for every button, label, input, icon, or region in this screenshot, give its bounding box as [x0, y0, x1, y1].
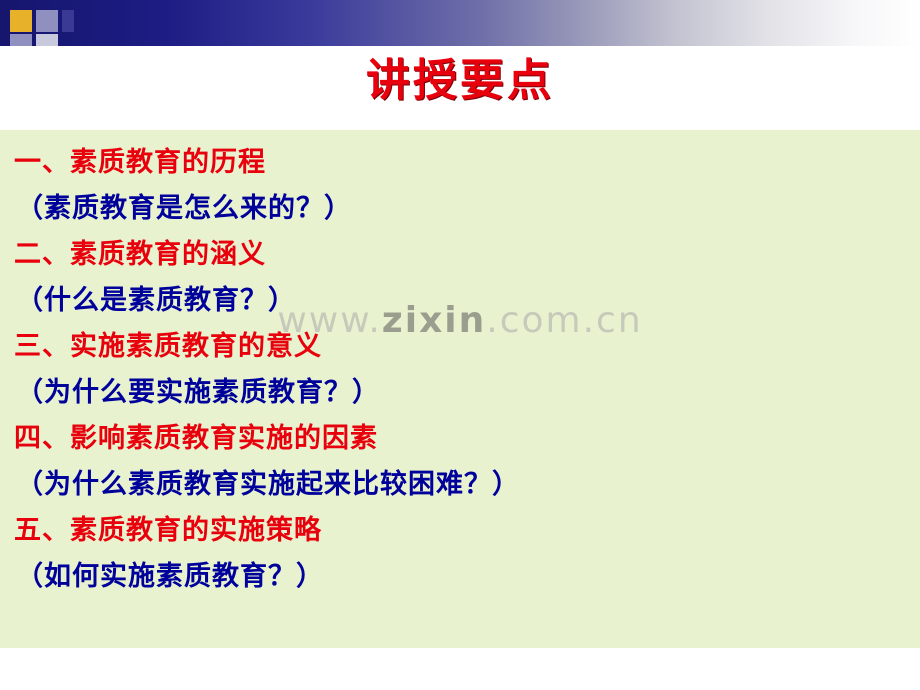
decor-square-light — [36, 34, 58, 46]
outline-list: 一、素质教育的历程 （素质教育是怎么来的？） 二、素质教育的涵义 （什么是素质教… — [14, 140, 904, 600]
slide-content-panel: 一、素质教育的历程 （素质教育是怎么来的？） 二、素质教育的涵义 （什么是素质教… — [0, 130, 920, 648]
outline-item-2-sub: （什么是素质教育？） — [16, 285, 296, 316]
outline-item-5-heading: 五、素质教育的实施策略 — [14, 515, 322, 546]
decor-square-lavender-2 — [10, 34, 32, 46]
outline-item-3-sub: （为什么要实施素质教育？） — [16, 377, 380, 408]
outline-item-1-sub: （素质教育是怎么来的？） — [16, 193, 352, 224]
outline-item-3-heading: 三、实施素质教育的意义 — [14, 331, 322, 362]
outline-item-4-heading: 四、影响素质教育实施的因素 — [14, 423, 378, 454]
decor-square-gold — [10, 10, 32, 32]
bottom-white-strip — [0, 648, 920, 690]
outline-item-1-heading: 一、素质教育的历程 — [14, 147, 266, 178]
outline-item-2-heading: 二、素质教育的涵义 — [14, 239, 266, 270]
decor-square-lavender — [36, 10, 58, 32]
outline-item-4-sub: （为什么素质教育实施起来比较困难？） — [16, 469, 520, 500]
decorative-top-bar — [0, 0, 920, 52]
outline-item-5-sub: （如何实施素质教育？） — [16, 561, 324, 592]
slide-title: 讲授要点 — [366, 55, 554, 106]
decor-square-navy — [62, 10, 74, 32]
